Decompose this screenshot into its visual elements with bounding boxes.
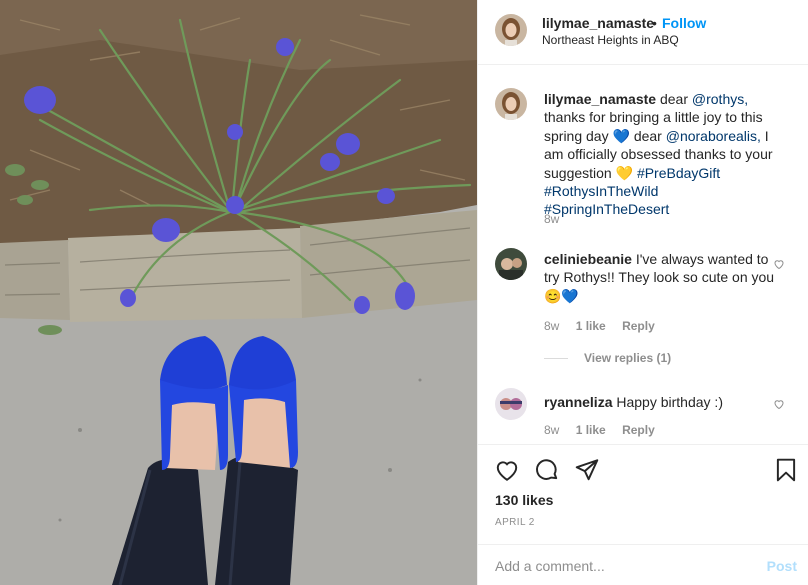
photo-illustration xyxy=(0,0,477,585)
post-photo[interactable] xyxy=(0,0,477,585)
header-separator: • xyxy=(652,15,657,31)
add-comment-bar: Post xyxy=(478,544,808,585)
caption-username[interactable]: lilymae_namaste xyxy=(544,91,656,107)
reply-button[interactable]: Reply xyxy=(622,319,655,333)
hashtag-prebdaygift[interactable]: #PreBdayGift xyxy=(637,165,720,181)
caption-avatar[interactable] xyxy=(495,88,527,120)
comment-likes[interactable]: 1 like xyxy=(576,423,606,437)
bookmark-icon[interactable] xyxy=(773,457,799,483)
comment-likes[interactable]: 1 like xyxy=(576,319,606,333)
post-button[interactable]: Post xyxy=(767,558,797,574)
comment-like-heart-icon[interactable] xyxy=(773,398,785,410)
comment-username[interactable]: celiniebeanie xyxy=(544,251,632,267)
follow-button[interactable]: Follow xyxy=(662,15,706,31)
comment-icon[interactable] xyxy=(534,457,560,483)
replies-divider xyxy=(544,358,568,360)
comment-meta: 8w 1 like Reply xyxy=(544,423,668,437)
comment-username[interactable]: ryanneliza xyxy=(544,394,612,410)
mention-rothys[interactable]: @rothys, xyxy=(692,91,748,107)
comment-text: celiniebeanie I've always wanted to try … xyxy=(544,250,786,305)
yellow-heart-emoji: 💛 xyxy=(615,164,634,181)
mention-noraborealis[interactable]: @noraborealis, xyxy=(666,128,761,144)
share-icon[interactable] xyxy=(574,457,600,483)
reply-button[interactable]: Reply xyxy=(622,423,655,437)
likes-count[interactable]: 130 likes xyxy=(495,492,553,508)
caption-text-1: dear xyxy=(659,91,688,107)
heart-icon[interactable] xyxy=(494,457,520,483)
caption-meta: 8w xyxy=(544,212,572,226)
smile-heart-emoji: 😊💙 xyxy=(544,287,579,304)
commenter-avatar[interactable] xyxy=(495,388,527,420)
caption-text: lilymae_namaste dear @rothys, thanks for… xyxy=(544,90,786,219)
comment-like-heart-icon[interactable] xyxy=(773,258,785,270)
hashtag-rothysinthewild[interactable]: #RothysInTheWild xyxy=(544,183,658,199)
comment-text: ryanneliza Happy birthday :) xyxy=(544,393,786,411)
comment-input[interactable] xyxy=(495,556,755,576)
view-replies-label: View replies (1) xyxy=(584,351,672,365)
post-actions: 130 likes APRIL 2 xyxy=(478,444,808,544)
view-replies-button[interactable]: View replies (1) xyxy=(544,351,671,365)
post-panel: lilymae_namaste • Follow Northeast Heigh… xyxy=(477,0,808,585)
commenter-avatar[interactable] xyxy=(495,248,527,280)
comment-body: Happy birthday :) xyxy=(616,394,723,410)
caption-text-3: dear xyxy=(633,127,662,144)
caption-age[interactable]: 8w xyxy=(544,212,559,226)
post-location[interactable]: Northeast Heights in ABQ xyxy=(542,33,679,47)
post-date[interactable]: APRIL 2 xyxy=(495,517,535,528)
comment-meta: 8w 1 like Reply xyxy=(544,319,668,333)
blue-heart-emoji: 💙 xyxy=(612,127,630,144)
comments-list[interactable]: lilymae_namaste dear @rothys, thanks for… xyxy=(478,66,808,444)
author-avatar[interactable] xyxy=(495,14,527,46)
comment-age[interactable]: 8w xyxy=(544,423,559,437)
post-header: lilymae_namaste • Follow Northeast Heigh… xyxy=(478,0,808,65)
author-username[interactable]: lilymae_namaste xyxy=(542,15,654,31)
comment-age[interactable]: 8w xyxy=(544,319,559,333)
instagram-post: lilymae_namaste • Follow Northeast Heigh… xyxy=(0,0,808,585)
